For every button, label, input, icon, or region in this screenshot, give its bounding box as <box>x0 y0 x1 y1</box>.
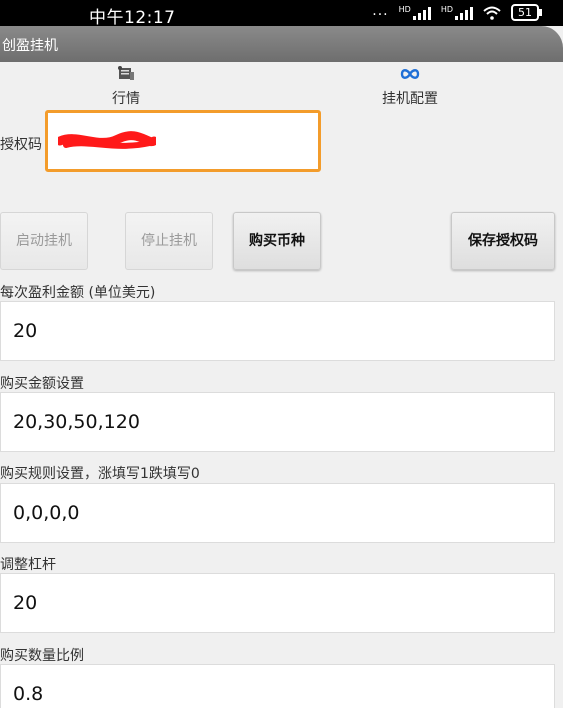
leverage-label: 调整杠杆 <box>0 557 56 573</box>
battery-icon: 51 <box>511 4 542 21</box>
sim1-signal-icon: HD <box>399 5 431 20</box>
leverage-value: 20 <box>13 592 38 614</box>
buy-rule-value: 0,0,0,0 <box>13 502 80 524</box>
buy-quantity-ratio-label: 购买数量比例 <box>0 648 84 664</box>
tab-bar: 行情 挂机配置 <box>0 62 563 110</box>
app-title-bar: 创盈挂机 <box>0 26 563 62</box>
tab-hang-config[interactable]: 挂机配置 <box>330 62 490 110</box>
auth-code-input[interactable]: m <box>45 110 321 172</box>
buy-amount-label: 购买金额设置 <box>0 376 84 392</box>
infinity-config-icon <box>400 69 420 79</box>
wifi-icon <box>483 6 501 20</box>
buy-amount-input[interactable]: 20,30,50,120 <box>0 392 555 452</box>
buy-quantity-ratio-value: 0.8 <box>13 683 44 705</box>
buy-amount-value: 20,30,50,120 <box>13 411 140 433</box>
stop-hang-button[interactable]: 停止挂机 <box>125 212 213 270</box>
tab-market[interactable]: 行情 <box>46 62 206 110</box>
buy-currency-button[interactable]: 购买币种 <box>233 212 321 270</box>
status-time: 中午12:17 <box>89 8 176 28</box>
start-hang-button[interactable]: 启动挂机 <box>0 212 88 270</box>
app-title: 创盈挂机 <box>2 38 58 54</box>
tab-hang-config-label: 挂机配置 <box>382 91 438 107</box>
redaction-scribble <box>58 131 156 149</box>
sim2-signal-icon: HD <box>441 5 473 20</box>
status-bar: 中午12:17 ... HD HD 51 <box>0 0 563 28</box>
buy-quantity-ratio-input[interactable]: 0.8 <box>0 664 555 708</box>
profit-amount-label: 每次盈利金额 (单位美元) <box>0 285 156 301</box>
market-icon <box>118 66 134 80</box>
buy-rule-input[interactable]: 0,0,0,0 <box>0 483 555 543</box>
tab-market-label: 行情 <box>112 91 140 107</box>
more-dots-icon: ... <box>372 2 389 19</box>
save-auth-code-button[interactable]: 保存授权码 <box>451 212 555 270</box>
buy-rule-label: 购买规则设置，涨填写1跌填写0 <box>0 466 200 482</box>
leverage-input[interactable]: 20 <box>0 573 555 633</box>
auth-code-label: 授权码 <box>0 137 42 153</box>
profit-amount-input[interactable]: 20 <box>0 301 555 361</box>
profit-amount-value: 20 <box>13 320 38 342</box>
status-icons: ... HD HD 51 <box>372 2 542 21</box>
